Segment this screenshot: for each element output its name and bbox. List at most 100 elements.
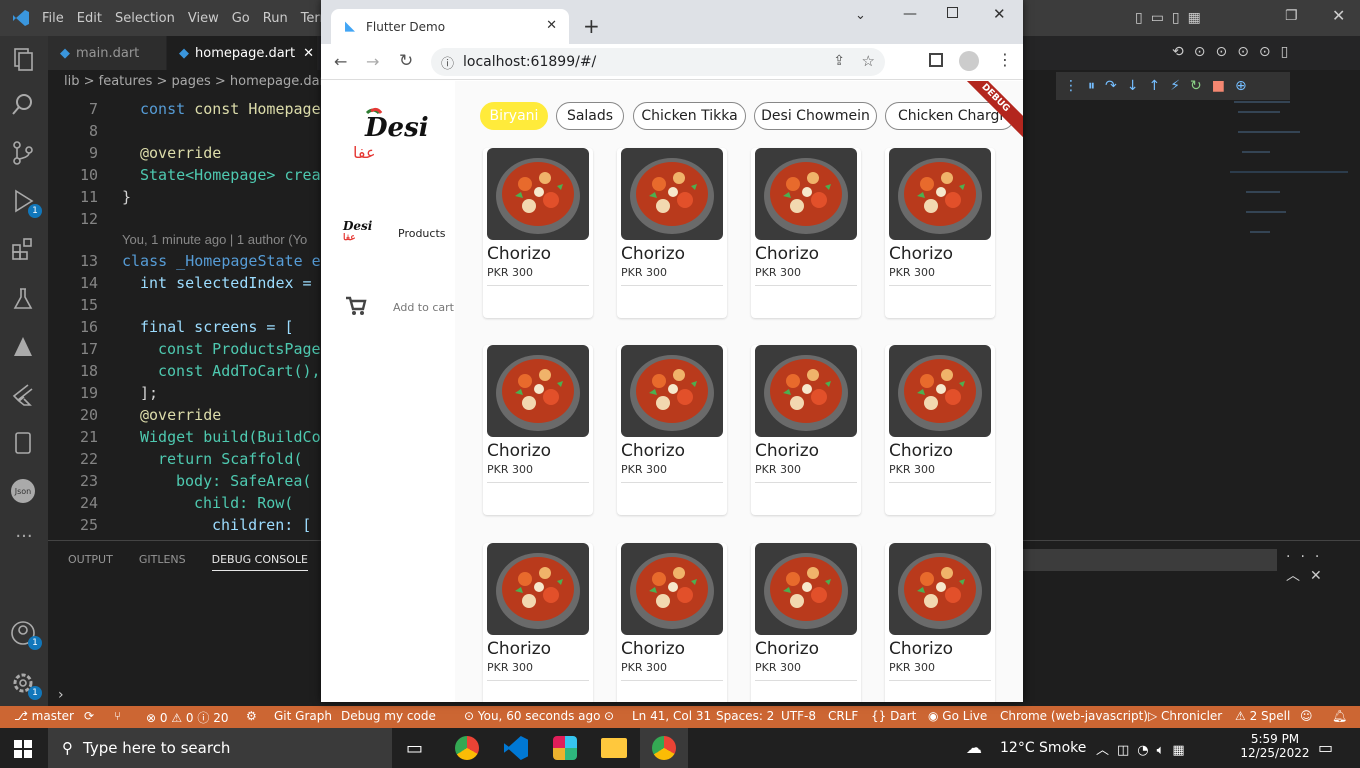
- notifications-icon[interactable]: 🔔︎: [1332, 709, 1347, 723]
- notification-center-icon[interactable]: ▭: [1318, 738, 1333, 757]
- product-card[interactable]: Chorizo PKR 300: [885, 148, 995, 318]
- minimize-icon[interactable]: —: [903, 6, 917, 22]
- system-tray-icons[interactable]: ︿◫◔🔈︎▦: [1096, 739, 1193, 758]
- more-icon[interactable]: ···: [10, 526, 38, 554]
- source-control-icon[interactable]: [10, 140, 38, 168]
- product-card[interactable]: Chorizo PKR 300: [483, 148, 593, 318]
- panel-tab-debug-console[interactable]: DEBUG CONSOLE: [211, 553, 308, 571]
- indent-status[interactable]: Spaces: 2: [716, 709, 774, 723]
- clock[interactable]: 5:59 PM 12/25/2022: [1240, 732, 1310, 760]
- encoding-status[interactable]: UTF-8: [781, 709, 816, 723]
- language-status[interactable]: {} Dart: [871, 709, 916, 723]
- code-editor[interactable]: 7 const const Homepage({super 8 9 @overr…: [48, 92, 321, 540]
- chip-desi-chowmein[interactable]: Desi Chowmein: [754, 102, 877, 130]
- remote-icon[interactable]: [10, 334, 38, 362]
- menu-item[interactable]: Go: [232, 11, 250, 26]
- panel-tab-output[interactable]: OUTPUT: [68, 553, 113, 571]
- product-card[interactable]: Chorizo PKR 300: [751, 543, 861, 702]
- settings-gear-icon[interactable]: 1: [10, 670, 42, 700]
- device-status[interactable]: Chrome (web-javascript): [1000, 709, 1148, 723]
- json-icon[interactable]: Json: [10, 478, 38, 506]
- account-icon[interactable]: 1: [10, 620, 42, 650]
- tab-main-dart[interactable]: ◆ main.dart: [48, 36, 166, 70]
- search-icon[interactable]: [10, 92, 38, 120]
- taskbar-search[interactable]: ⚲ Type here to search: [48, 728, 392, 768]
- rail-item-add-to-cart[interactable]: Add to cart: [321, 289, 455, 325]
- blame-status[interactable]: ⊙ You, 60 seconds ago: [464, 709, 600, 723]
- branch-status[interactable]: ⎇ master: [14, 709, 74, 723]
- menu-item[interactable]: Selection: [115, 11, 175, 26]
- chronicler-status[interactable]: ▷ Chronicler: [1148, 709, 1222, 723]
- profile-avatar-icon[interactable]: [959, 51, 979, 71]
- panel-actions-icon[interactable]: ···︿✕: [1286, 549, 1360, 585]
- problems-status[interactable]: ⊗ 0 ⚠ 0 ⓘ 20: [146, 709, 228, 726]
- rail-item-products[interactable]: Desi ﻋﻔﺎ Products: [321, 215, 455, 251]
- menu-item[interactable]: View: [188, 11, 219, 26]
- chip-chicken-tikka[interactable]: Chicken Tikka: [633, 102, 746, 130]
- close-tab-icon[interactable]: ✕: [303, 46, 314, 61]
- forward-icon[interactable]: →: [366, 52, 379, 71]
- menu-item[interactable]: Edit: [77, 11, 102, 26]
- product-card[interactable]: Chorizo PKR 300: [617, 345, 727, 515]
- debug-console-filter-input[interactable]: [1023, 549, 1277, 571]
- browser-tab[interactable]: ◣ Flutter Demo ✕: [331, 9, 569, 44]
- chrome-icon[interactable]: [455, 736, 479, 760]
- back-icon[interactable]: ←: [334, 52, 347, 71]
- chrome-active-task[interactable]: [640, 728, 688, 768]
- chip-salads[interactable]: Salads: [556, 102, 624, 130]
- git-icon[interactable]: ⊙: [604, 709, 614, 723]
- cursor-position-status[interactable]: Ln 41, Col 31: [632, 709, 711, 723]
- tab-homepage-dart[interactable]: ◆ homepage.dart ✕: [167, 36, 317, 70]
- weather-text[interactable]: 12°C Smoke: [1000, 740, 1086, 756]
- debug-toolbar[interactable]: ⋮⏸↷↓↑⚡↻■⊕: [1056, 72, 1290, 100]
- go-live-status[interactable]: ◉ Go Live: [928, 709, 987, 723]
- debug-my-code-status[interactable]: Debug my code: [341, 709, 436, 723]
- editor-actions-icon[interactable]: ⟲⊙⊙⊙⊙▯: [1172, 44, 1298, 60]
- product-card[interactable]: Chorizo PKR 300: [885, 543, 995, 702]
- extensions-icon[interactable]: [10, 236, 38, 264]
- vscode-taskbar-icon[interactable]: [504, 736, 528, 760]
- feedback-icon[interactable]: ☺: [1300, 709, 1313, 723]
- maximize-icon[interactable]: [947, 7, 958, 18]
- console-prompt-icon[interactable]: ›: [58, 687, 64, 703]
- panel-tab-gitlens[interactable]: GITLENS: [139, 553, 186, 571]
- windows-start-icon[interactable]: [14, 740, 32, 762]
- address-bar[interactable]: ⓘ localhost:61899/#/ ⇪ ☆: [431, 48, 885, 76]
- restore-icon[interactable]: ❐: [1285, 8, 1298, 24]
- debug-icon[interactable]: ⚙: [246, 709, 257, 723]
- product-card[interactable]: Chorizo PKR 300: [751, 148, 861, 318]
- minimap[interactable]: [1230, 92, 1348, 272]
- product-card[interactable]: Chorizo PKR 300: [617, 543, 727, 702]
- chip-biryani[interactable]: Biryani: [480, 102, 548, 130]
- sync-icon[interactable]: ⟳: [84, 709, 94, 723]
- close-tab-icon[interactable]: ✕: [546, 18, 557, 33]
- flutter-icon[interactable]: [10, 382, 38, 410]
- share-icon[interactable]: ⇪: [833, 53, 845, 69]
- side-panel-icon[interactable]: [929, 53, 943, 67]
- site-info-icon[interactable]: ⓘ: [441, 53, 454, 72]
- product-card[interactable]: Chorizo PKR 300: [751, 345, 861, 515]
- chrome-menu-icon[interactable]: ⋮: [997, 50, 1013, 69]
- eol-status[interactable]: CRLF: [828, 709, 858, 723]
- fork-icon[interactable]: ⑂: [114, 709, 121, 723]
- explorer-icon[interactable]: [10, 46, 38, 74]
- git-graph-status[interactable]: Git Graph: [274, 709, 332, 723]
- task-view-icon[interactable]: ▭: [406, 738, 423, 759]
- reload-icon[interactable]: ↻: [399, 51, 413, 71]
- spell-status[interactable]: ⚠ 2 Spell: [1235, 709, 1290, 723]
- menu-item[interactable]: Run: [263, 11, 288, 26]
- bookmark-star-icon[interactable]: ☆: [862, 52, 875, 70]
- new-tab-icon[interactable]: +: [583, 14, 600, 38]
- testing-icon[interactable]: [10, 286, 38, 314]
- run-debug-icon[interactable]: 1: [10, 188, 42, 218]
- product-card[interactable]: Chorizo PKR 300: [617, 148, 727, 318]
- tab-search-icon[interactable]: ⌄: [855, 8, 866, 23]
- layout-controls-icon[interactable]: ▯▭▯▦: [1135, 10, 1209, 26]
- menu-item[interactable]: File: [42, 11, 64, 26]
- close-icon[interactable]: ✕: [1332, 6, 1345, 25]
- product-card[interactable]: Chorizo PKR 300: [483, 345, 593, 515]
- product-card[interactable]: Chorizo PKR 300: [885, 345, 995, 515]
- product-card[interactable]: Chorizo PKR 300: [483, 543, 593, 702]
- weather-icon[interactable]: ☁: [966, 738, 982, 757]
- slack-icon[interactable]: [553, 736, 577, 760]
